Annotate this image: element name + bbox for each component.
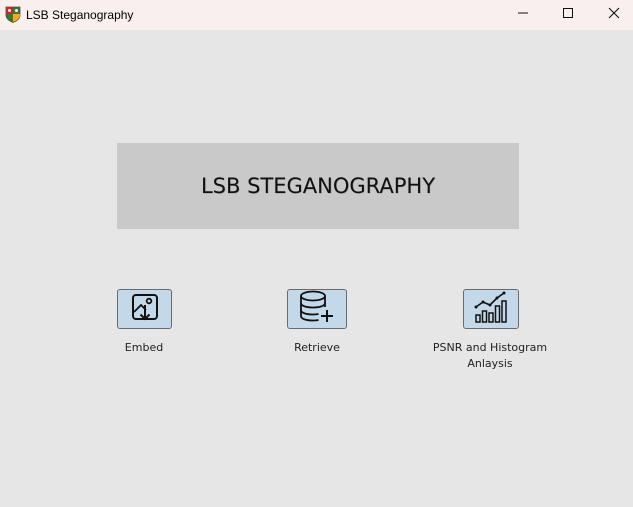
banner-title: LSB STEGANOGRAPHY [200, 174, 436, 198]
psnr-histogram-button[interactable] [463, 289, 519, 329]
retrieve-label: Retrieve [294, 341, 340, 354]
app-window: LSB Steganography LSB STEGANOGRAPHY Embe… [0, 0, 633, 507]
maximize-button[interactable] [545, 0, 591, 30]
embed-label: Embed [124, 341, 164, 354]
image-download-icon [130, 292, 160, 327]
database-add-icon [298, 289, 336, 330]
close-icon [608, 6, 620, 24]
retrieve-button[interactable] [287, 289, 347, 329]
title-banner: LSB STEGANOGRAPHY [117, 143, 519, 229]
title-bar[interactable]: LSB Steganography [0, 0, 633, 30]
minimize-icon [517, 6, 529, 24]
close-button[interactable] [591, 0, 633, 30]
bar-chart-trend-icon [473, 289, 509, 330]
maximize-icon [562, 6, 574, 24]
window-title: LSB Steganography [26, 8, 134, 22]
embed-button[interactable] [117, 289, 172, 329]
shield-crest-icon [5, 6, 21, 23]
psnr-histogram-label: PSNR and Histogram Anlaysis [432, 341, 548, 370]
minimize-button[interactable] [500, 0, 546, 30]
